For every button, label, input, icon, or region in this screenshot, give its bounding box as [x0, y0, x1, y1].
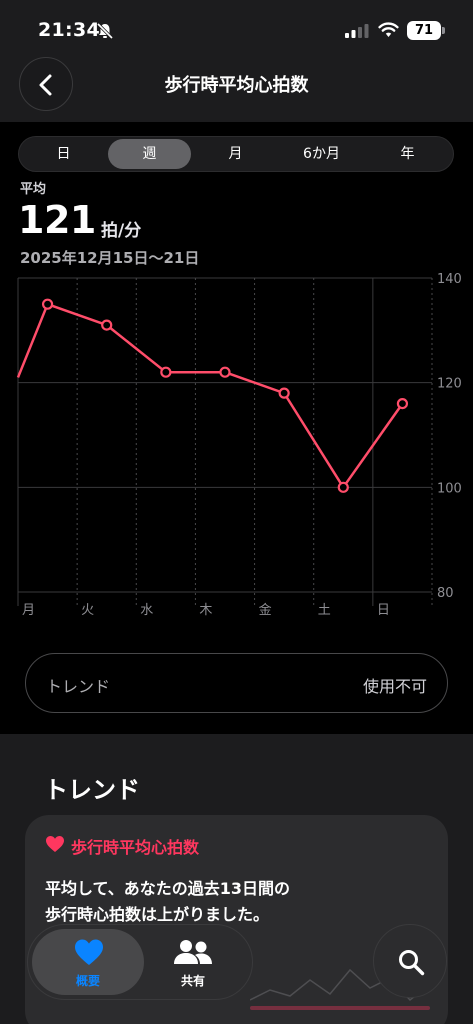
status-time: 21:34	[38, 19, 100, 41]
battery-cap	[442, 27, 445, 34]
chart-x-tick: 木	[199, 603, 212, 618]
chart-y-tick: 120	[437, 377, 462, 392]
cellular-signal-icon	[345, 24, 369, 38]
segment-month[interactable]: 月	[194, 139, 277, 169]
chart-point	[219, 366, 231, 378]
heart-icon	[46, 836, 64, 852]
chart-y-tick: 100	[437, 481, 462, 496]
wifi-icon	[378, 22, 399, 37]
bell-slash-icon	[96, 22, 114, 40]
heart-icon	[75, 939, 103, 965]
heart-rate-line-chart[interactable]: 140 120 100 80 月 火 水 木 金 土 日	[0, 270, 473, 620]
trend-row-label: トレンド	[46, 677, 111, 696]
segment-year[interactable]: 年	[366, 139, 449, 169]
tab-sharing[interactable]: 共有	[148, 929, 238, 995]
date-range: 2025年12月15日～21日	[20, 249, 200, 267]
chart-point	[160, 366, 172, 378]
trend-card-text-line1: 平均して、あなたの過去13日間の	[45, 879, 290, 898]
chart-point	[101, 319, 113, 331]
chart-point	[337, 481, 349, 493]
chart-x-tick: 水	[140, 603, 153, 618]
tab-summary[interactable]: 概要	[32, 929, 144, 995]
chart-y-tick: 80	[437, 586, 454, 601]
page-title: 歩行時平均心拍数	[164, 75, 309, 96]
chart-point	[396, 398, 409, 410]
segment-week[interactable]: 週	[108, 139, 191, 169]
chart-x-tick: 火	[81, 603, 94, 618]
chart-point	[278, 387, 290, 399]
battery-indicator: 71	[407, 21, 441, 40]
average-label: 平均	[20, 182, 47, 197]
trend-card-title: 歩行時平均心拍数	[71, 838, 200, 857]
search-button[interactable]	[373, 924, 447, 998]
search-icon	[399, 950, 425, 976]
average-unit: 拍/分	[101, 221, 142, 241]
chart-series-line	[16, 302, 404, 489]
period-segmented-control: 日 週 月 6か月 年	[18, 136, 454, 172]
trend-row[interactable]: トレンド 使用不可	[25, 653, 448, 713]
trend-row-value: 使用不可	[362, 677, 427, 696]
average-value: 121	[18, 198, 96, 242]
people-icon	[174, 940, 212, 964]
trends-section-title: トレンド	[44, 776, 140, 804]
chart-point	[41, 298, 54, 310]
tab-sharing-label: 共有	[180, 974, 205, 988]
segment-day[interactable]: 日	[22, 139, 105, 169]
chart-x-tick: 金	[259, 602, 272, 618]
tab-summary-label: 概要	[75, 974, 100, 988]
chart-x-tick: 土	[318, 603, 331, 618]
chart-x-tick: 日	[377, 603, 390, 618]
segment-six-months[interactable]: 6か月	[280, 139, 363, 169]
chart-y-tick: 140	[437, 272, 462, 287]
chart-x-tick: 月	[22, 603, 35, 618]
trend-card-text: 平均して、あなたの過去13日間の 歩行時心拍数は上がりました。	[45, 876, 405, 928]
